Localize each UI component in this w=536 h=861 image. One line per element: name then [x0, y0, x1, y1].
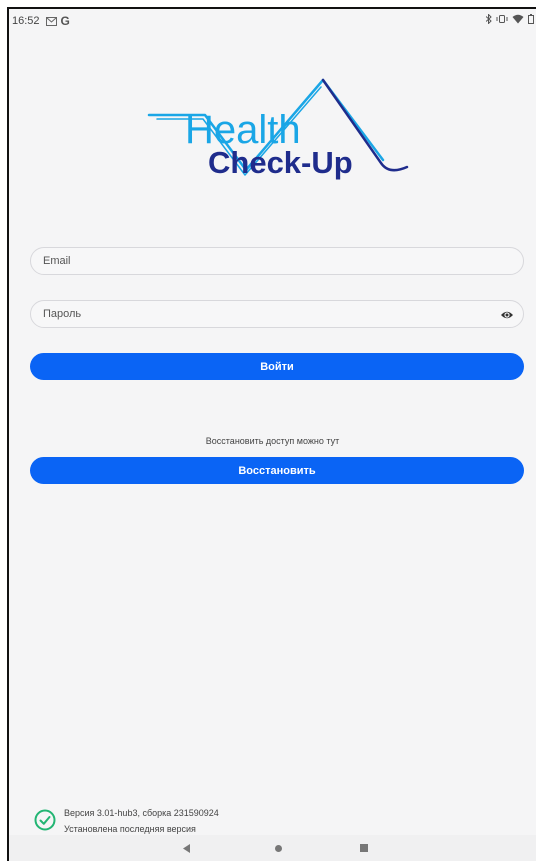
login-button[interactable]: Войти — [30, 353, 524, 380]
email-input[interactable] — [31, 255, 523, 267]
gmail-icon — [45, 16, 57, 26]
password-field[interactable] — [30, 300, 524, 328]
google-icon: G — [60, 14, 70, 28]
vibrate-icon — [496, 15, 508, 23]
status-time: 16:52 — [12, 15, 40, 27]
health-check-up-logo: Health Check-Up — [147, 78, 409, 180]
back-icon[interactable] — [183, 844, 190, 853]
restore-button[interactable]: Восстановить — [30, 457, 524, 484]
app-screen: 16:52 G Health Check-Up Email Войти Восс… — [7, 7, 536, 861]
status-bar: 16:52 G — [9, 9, 536, 33]
navigation-bar — [9, 835, 536, 861]
battery-icon — [528, 14, 534, 24]
email-field[interactable] — [30, 247, 524, 275]
logo-line2: Check-Up — [208, 145, 353, 180]
wifi-icon — [512, 14, 524, 24]
password-input[interactable] — [31, 308, 523, 320]
check-circle-icon — [34, 809, 56, 831]
eye-icon[interactable] — [500, 308, 514, 322]
version-line: Версия 3.01-hub3, сборка 231590924 — [64, 808, 219, 818]
restore-hint: Восстановить доступ можно тут — [205, 436, 340, 446]
version-info: Версия 3.01-hub3, сборка 231590924 Устан… — [34, 805, 219, 837]
recent-apps-icon[interactable] — [360, 844, 368, 852]
bluetooth-icon — [486, 14, 492, 24]
home-icon[interactable] — [275, 845, 282, 852]
